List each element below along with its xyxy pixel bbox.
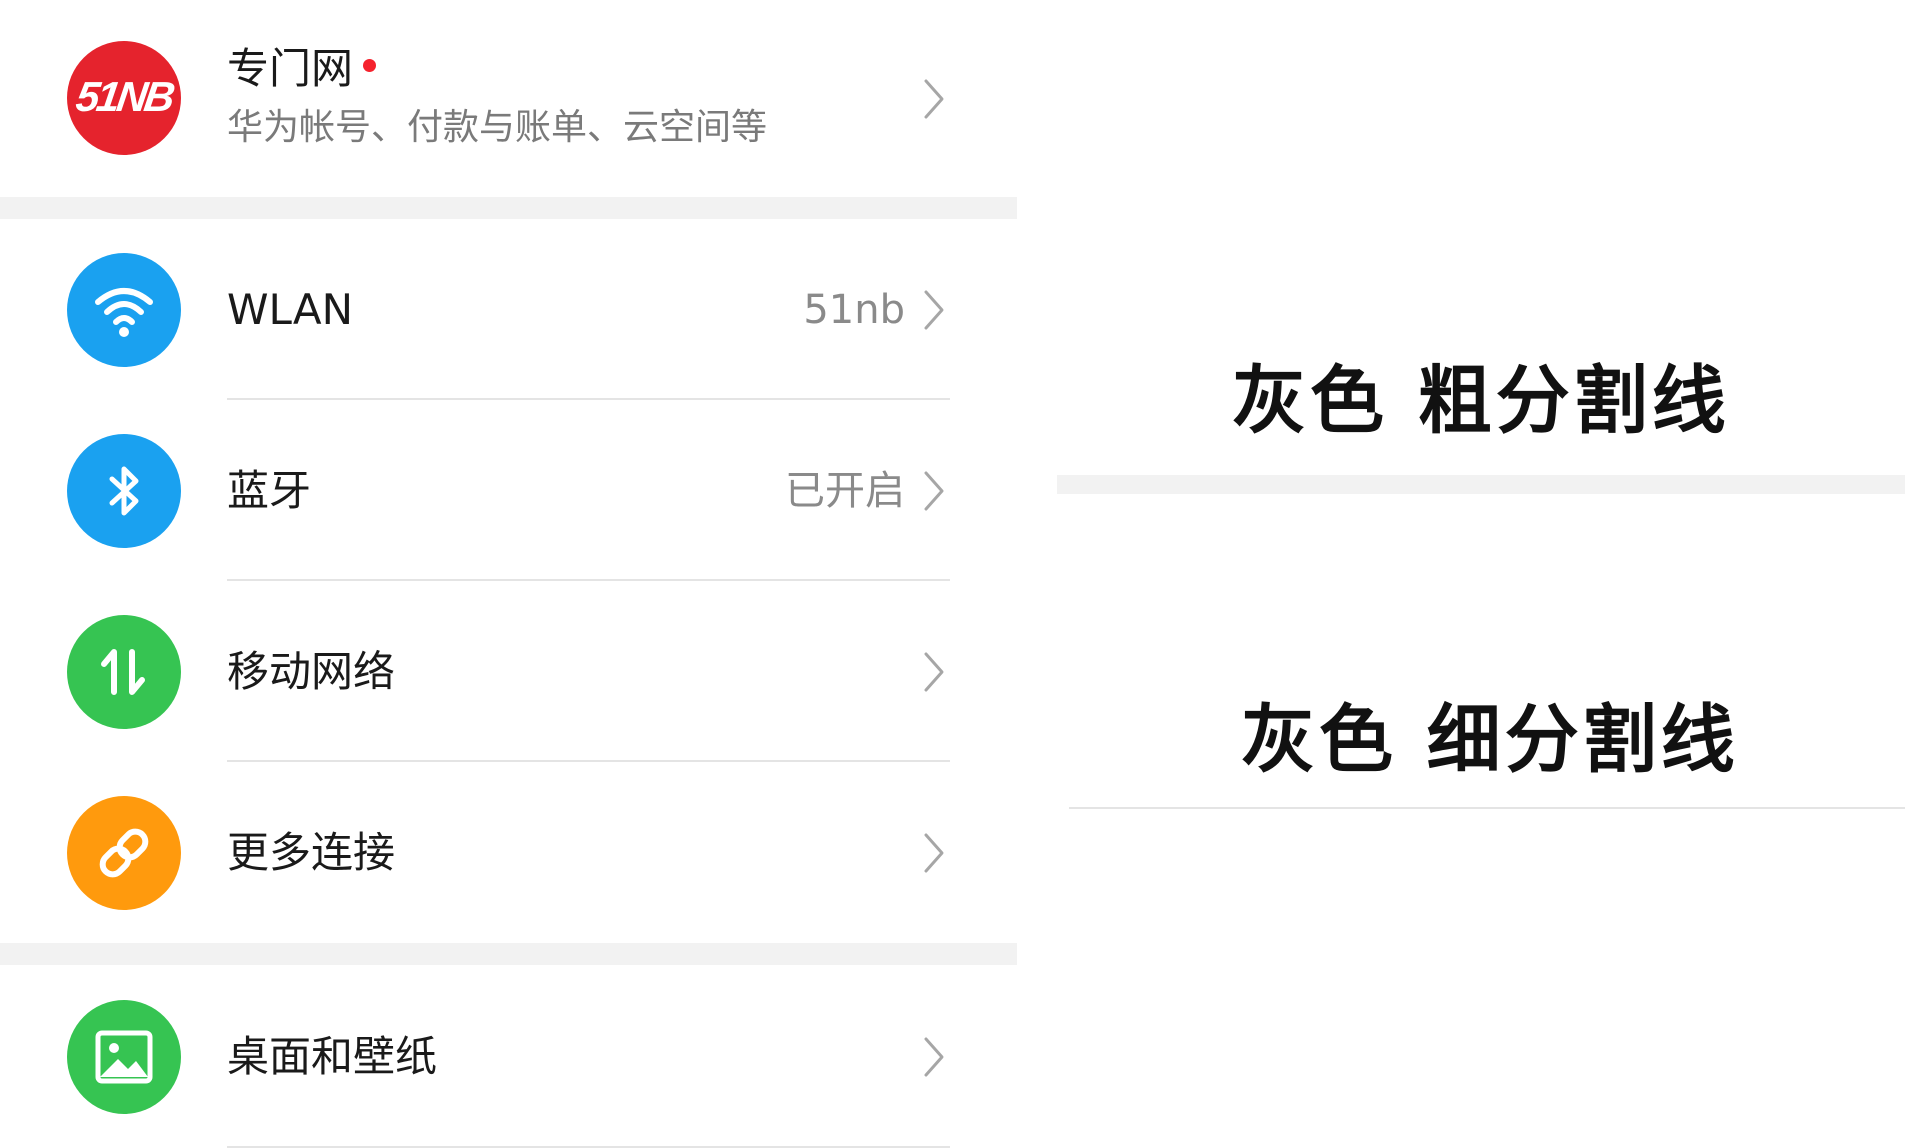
wifi-icon: [95, 287, 153, 337]
more-connections-row[interactable]: 更多连接: [0, 762, 1017, 943]
thick-divider-label: 灰色 粗分割线: [1232, 358, 1730, 444]
thin-divider-sample: [1069, 807, 1905, 809]
account-title: 专门网: [227, 44, 354, 93]
account-subtitle: 华为帐号、付款与账单、云空间等: [227, 107, 768, 148]
brand-logo-text: 51NB: [73, 73, 176, 120]
mobile-network-title: 移动网络: [227, 646, 396, 696]
thin-divider-label: 灰色 细分割线: [1241, 697, 1739, 783]
thick-divider: [0, 197, 1017, 219]
chevron-right-icon: [924, 79, 944, 118]
image-icon: [95, 1030, 153, 1083]
display-group: 桌面和壁纸: [0, 965, 1017, 1148]
bluetooth-icon: [109, 466, 139, 515]
mobile-network-row[interactable]: 移动网络: [0, 581, 1017, 762]
chevron-right-icon: [924, 652, 944, 691]
chevron-right-icon: [924, 1037, 944, 1076]
thick-divider: [0, 943, 1017, 965]
link-icon: [99, 828, 149, 877]
home-wallpaper-row[interactable]: 桌面和壁纸: [0, 965, 1017, 1148]
chevron-right-icon: [924, 290, 944, 329]
bluetooth-row[interactable]: 蓝牙 已开启: [0, 400, 1017, 581]
more-connections-title: 更多连接: [227, 827, 396, 877]
settings-list: 51NB 专门网 华为帐号、付款与账单、云空间等 WLAN 51nb 蓝牙 已开…: [0, 0, 1017, 1148]
chevron-right-icon: [924, 833, 944, 872]
wlan-icon-badge: [67, 252, 181, 367]
mobile-network-icon-badge: [67, 614, 181, 729]
bluetooth-icon-badge: [67, 433, 181, 548]
account-logo: 51NB: [67, 41, 181, 155]
account-text: 专门网 华为帐号、付款与账单、云空间等: [227, 44, 937, 150]
wlan-status: 51nb: [803, 286, 905, 333]
thick-divider-sample: [1057, 475, 1905, 494]
account-group: 51NB 专门网 华为帐号、付款与账单、云空间等: [0, 0, 1017, 197]
more-connections-icon-badge: [67, 795, 181, 910]
account-row[interactable]: 51NB 专门网 华为帐号、付款与账单、云空间等: [0, 0, 1017, 197]
notification-dot: [363, 59, 377, 72]
chevron-right-icon: [924, 471, 944, 510]
mobile-data-icon: [101, 648, 145, 695]
brand-logo-icon: 51NB: [73, 73, 176, 120]
divider-legend: 灰色 粗分割线 灰色 细分割线: [1057, 0, 1920, 1144]
bluetooth-status: 已开启: [785, 467, 905, 514]
wlan-row[interactable]: WLAN 51nb: [0, 219, 1017, 400]
connectivity-group: WLAN 51nb 蓝牙 已开启 移动网络 更多连接: [0, 219, 1017, 943]
home-wallpaper-title: 桌面和壁纸: [227, 1031, 438, 1081]
home-wallpaper-icon-badge: [67, 999, 181, 1114]
